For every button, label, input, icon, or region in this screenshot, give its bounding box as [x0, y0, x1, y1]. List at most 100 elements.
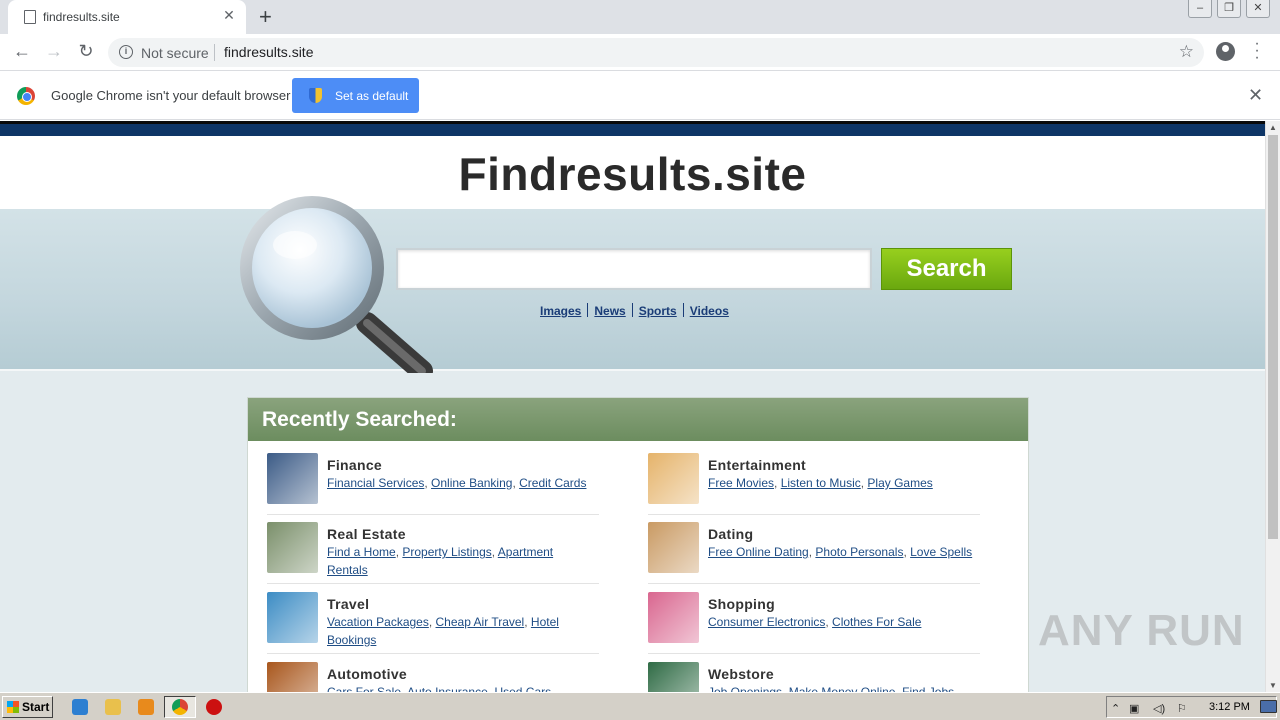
restore-button[interactable]: ❐: [1217, 0, 1241, 18]
category-name: Finance: [327, 457, 383, 473]
category-link[interactable]: Vacation Packages: [327, 615, 429, 629]
start-label: Start: [22, 700, 50, 714]
category-link[interactable]: Make Money Online: [789, 685, 896, 692]
infobar-close-icon[interactable]: ✕: [1248, 85, 1263, 106]
menu-dots-icon[interactable]: · · ·: [1252, 36, 1262, 66]
url-text[interactable]: findresults.site: [224, 44, 313, 60]
category-link[interactable]: Job Openings: [708, 685, 782, 692]
category-links: Vacation Packages, Cheap Air Travel, Hot…: [327, 615, 559, 647]
category-link[interactable]: Play Games: [867, 476, 932, 490]
shopping-woman-photo[interactable]: [648, 592, 699, 643]
close-window-button[interactable]: ✕: [1246, 0, 1270, 18]
category-link[interactable]: Consumer Electronics: [708, 615, 825, 629]
page-scrollbar[interactable]: ▲ ▼: [1265, 121, 1280, 692]
reload-icon[interactable]: ↻: [75, 41, 97, 62]
category-name: Automotive: [327, 666, 407, 682]
site-logo[interactable]: Findresults.site: [0, 147, 1265, 201]
category-links: Find a Home, Property Listings, Apartmen…: [327, 545, 554, 577]
category-link[interactable]: Free Movies: [708, 476, 774, 490]
search-button[interactable]: Search: [881, 248, 1012, 290]
category-links: Free Online Dating, Photo Personals, Lov…: [708, 545, 973, 559]
category-link[interactable]: Clothes For Sale: [832, 615, 921, 629]
category-link[interactable]: Photo Personals: [815, 545, 903, 559]
volume-icon[interactable]: ◁): [1153, 702, 1165, 715]
browser-tab[interactable]: findresults.site ✕: [8, 0, 246, 34]
search-band: [0, 209, 1265, 371]
category-name: Webstore: [708, 666, 774, 682]
category-shopping: Shopping Consumer Electronics, Clothes Fo…: [648, 592, 980, 654]
network-icon[interactable]: ▣: [1129, 702, 1139, 715]
category-link[interactable]: Listen to Music: [781, 476, 861, 490]
beach-photo[interactable]: [267, 592, 318, 643]
forward-icon[interactable]: →: [43, 41, 65, 62]
address-bar[interactable]: i Not secure findresults.site ☆: [108, 38, 1204, 67]
couple-photo[interactable]: [648, 522, 699, 573]
sports-link[interactable]: Sports: [639, 304, 677, 318]
scroll-up-icon[interactable]: ▲: [1269, 123, 1277, 132]
start-button[interactable]: Start: [2, 696, 53, 718]
category-entertainment: Entertainment Free Movies, Listen to Musi…: [648, 453, 980, 515]
uac-shield-icon: [309, 88, 322, 103]
bookmark-star-icon[interactable]: ☆: [1179, 42, 1194, 62]
category-link[interactable]: Credit Cards: [519, 476, 586, 490]
category-webstore: Webstore Job Openings, Make Money Online,…: [648, 662, 980, 692]
category-name: Shopping: [708, 596, 775, 612]
category-links: Consumer Electronics, Clothes For Sale: [708, 615, 922, 629]
category-links: Free Movies, Listen to Music, Play Games: [708, 476, 933, 490]
category-name: Real Estate: [327, 526, 406, 542]
category-link[interactable]: Free Online Dating: [708, 545, 809, 559]
link-divider: [682, 303, 684, 317]
category-link[interactable]: Find a Home: [327, 545, 396, 559]
search-input[interactable]: [396, 248, 872, 290]
minimize-button[interactable]: –: [1188, 0, 1212, 18]
chrome-taskbar-button[interactable]: [164, 696, 196, 718]
browser-toolbar: ← → ↻ i Not secure findresults.site ☆ · ·…: [0, 34, 1280, 71]
info-icon[interactable]: i: [119, 45, 133, 59]
media-player-icon[interactable]: [138, 699, 154, 715]
category-real-estate: Real Estate Find a Home, Property Listing…: [267, 522, 599, 584]
internet-explorer-icon[interactable]: [72, 699, 88, 715]
flag-icon[interactable]: ⚐: [1177, 702, 1187, 715]
category-links: Cars For Sale, Auto Insurance, Used Cars: [327, 683, 597, 692]
back-icon[interactable]: ←: [11, 41, 33, 62]
dollar-icon[interactable]: [267, 453, 318, 504]
category-link[interactable]: Property Listings: [402, 545, 491, 559]
category-finance: Finance Financial Services, Online Bankin…: [267, 453, 599, 515]
category-name: Dating: [708, 526, 754, 542]
category-links: Job Openings, Make Money Online, Find Jo…: [708, 683, 978, 692]
tray-expand-icon[interactable]: ⌃: [1111, 702, 1120, 715]
profile-icon[interactable]: [1216, 42, 1235, 61]
set-as-default-label: Set as default: [335, 89, 409, 103]
set-as-default-button[interactable]: Set as default: [292, 78, 419, 113]
category-link[interactable]: Find Jobs: [902, 685, 954, 692]
category-name: Travel: [327, 596, 370, 612]
windows-flag-icon: [7, 701, 19, 713]
videos-link[interactable]: Videos: [690, 304, 729, 318]
news-link[interactable]: News: [594, 304, 625, 318]
tab-strip: findresults.site ✕ + – ❐ ✕: [0, 0, 1280, 34]
category-link[interactable]: Used Cars: [494, 685, 551, 692]
new-tab-button[interactable]: +: [259, 4, 272, 30]
images-link[interactable]: Images: [540, 304, 581, 318]
cash-photo[interactable]: [648, 662, 699, 692]
alert-icon[interactable]: [206, 699, 222, 715]
clock[interactable]: 3:12 PM: [1209, 701, 1250, 713]
category-link[interactable]: Cheap Air Travel: [436, 615, 525, 629]
car-photo[interactable]: [267, 662, 318, 692]
scroll-down-icon[interactable]: ▼: [1269, 681, 1277, 690]
not-secure-label[interactable]: Not secure: [141, 45, 209, 61]
category-link[interactable]: Financial Services: [327, 476, 424, 490]
show-desktop-icon[interactable]: [1260, 700, 1277, 713]
scroll-thumb[interactable]: [1268, 135, 1278, 539]
category-link[interactable]: Auto Insurance: [407, 685, 488, 692]
house-photo[interactable]: [267, 522, 318, 573]
tab-close-icon[interactable]: ✕: [220, 7, 238, 24]
headphones-woman-photo[interactable]: [648, 453, 699, 504]
folder-icon[interactable]: [105, 699, 121, 715]
category-link[interactable]: Cars For Sale: [327, 685, 401, 692]
infobar-message: Google Chrome isn't your default browser: [51, 88, 291, 103]
chrome-icon: [172, 699, 188, 715]
link-divider: [587, 303, 589, 317]
category-link[interactable]: Online Banking: [431, 476, 512, 490]
category-link[interactable]: Love Spells: [910, 545, 972, 559]
